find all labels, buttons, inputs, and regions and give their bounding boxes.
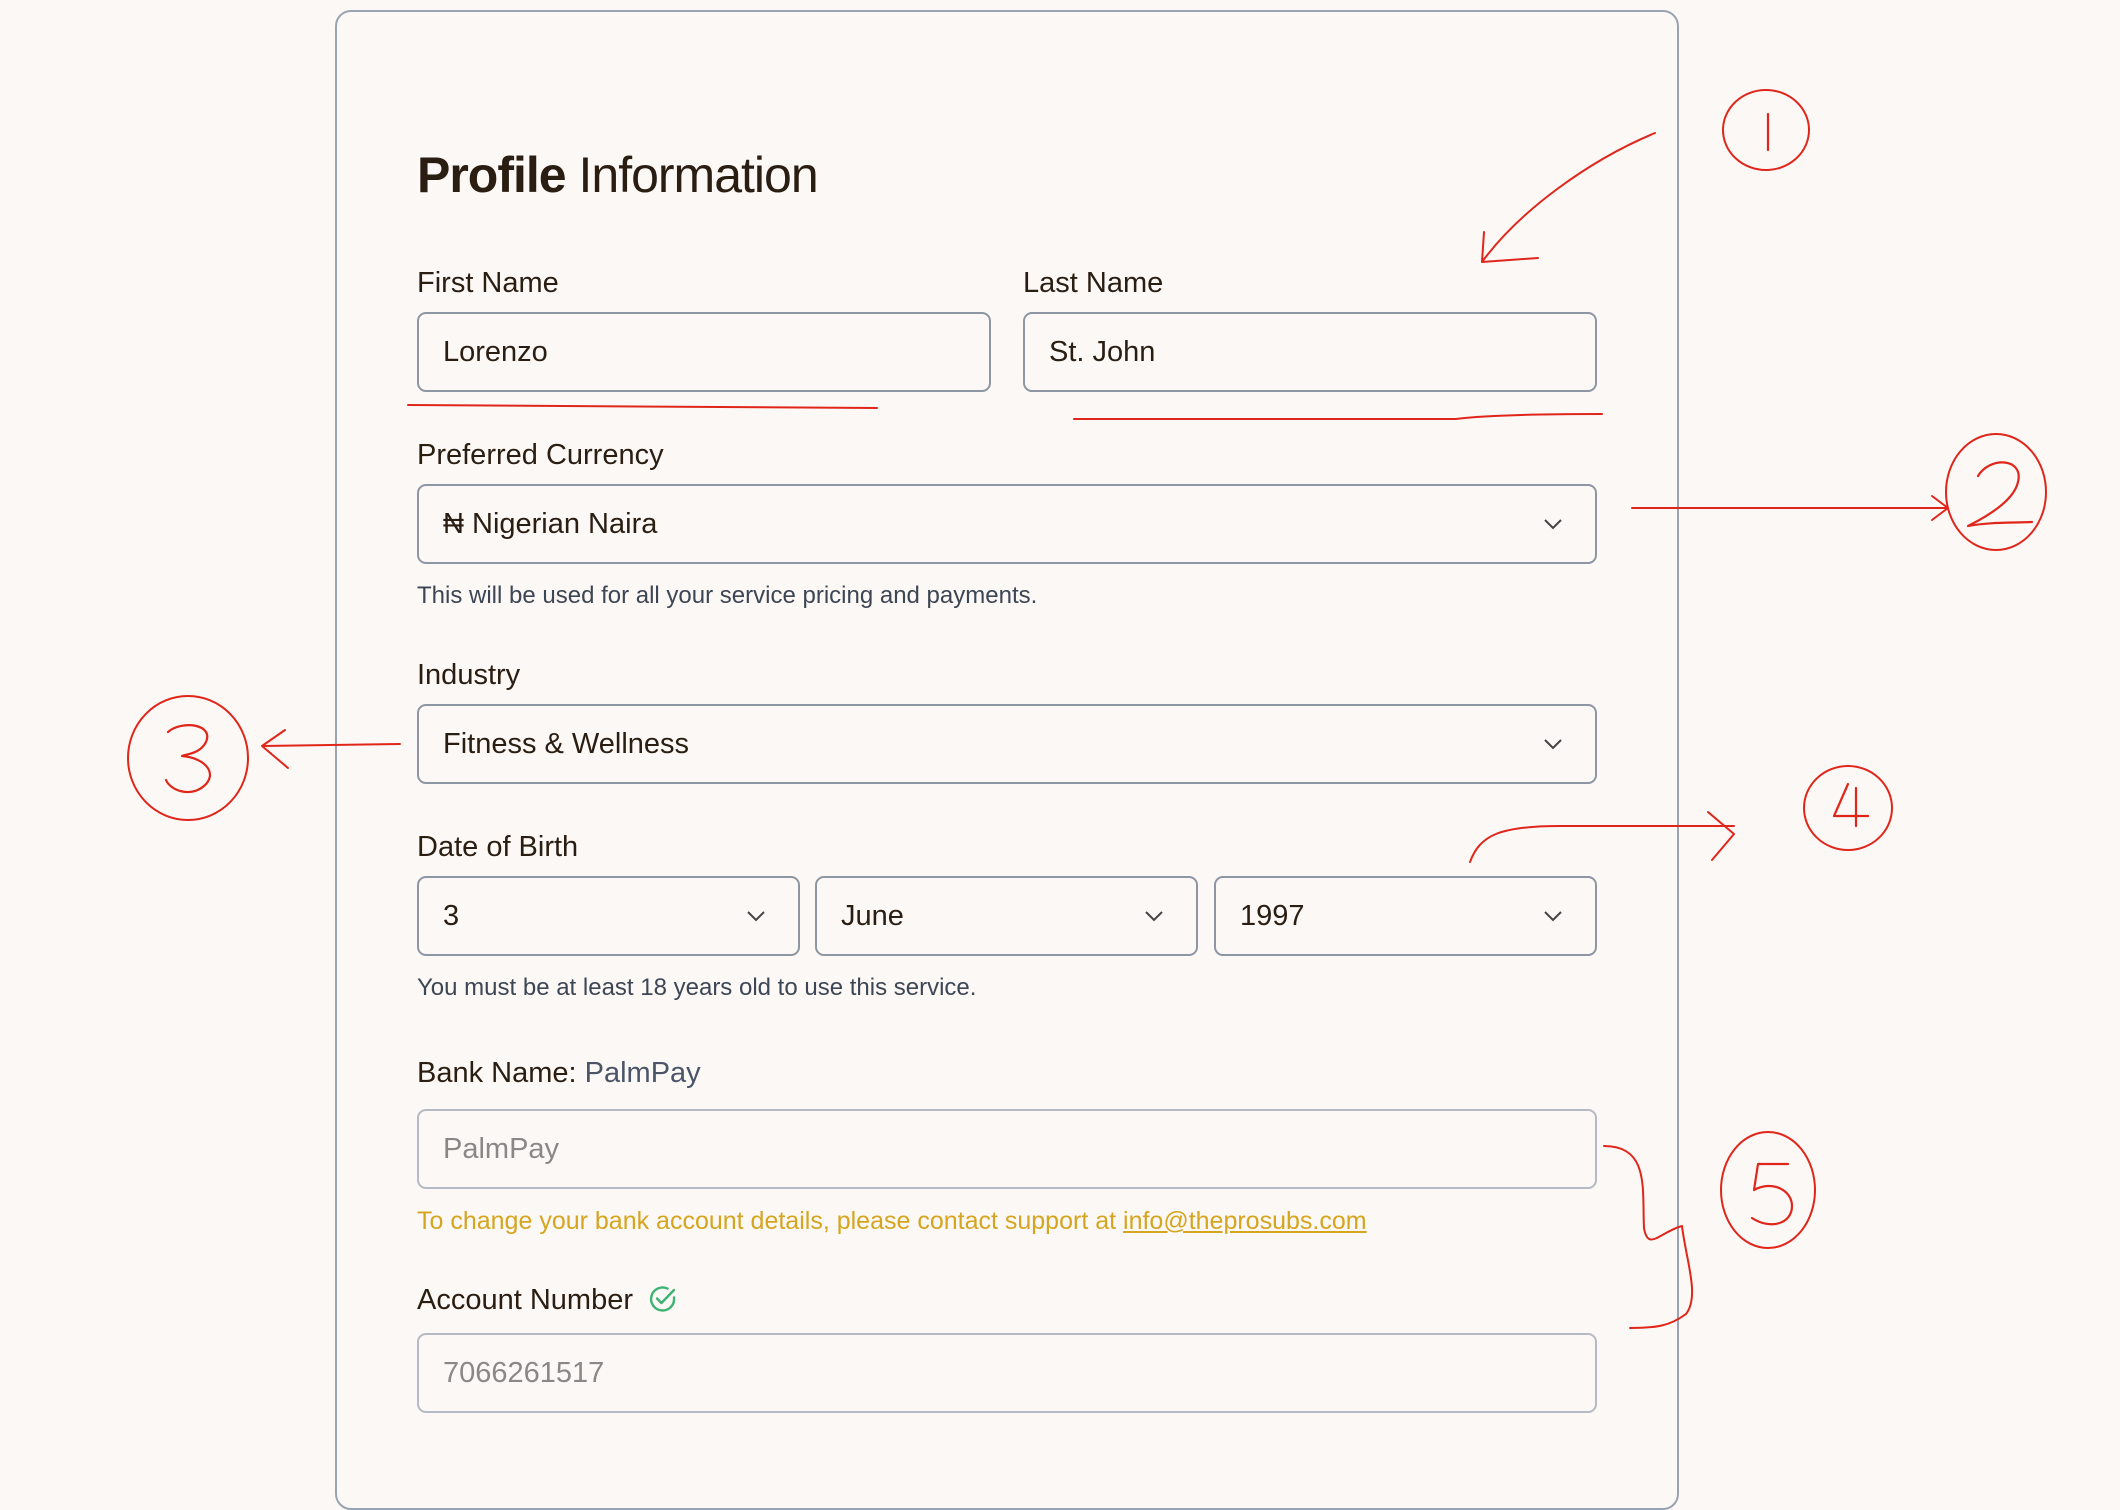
bank-change-warning: To change your bank account details, ple… — [417, 1206, 1367, 1236]
currency-label: Preferred Currency — [417, 439, 664, 471]
chevron-down-icon — [747, 911, 765, 922]
bank-name-label-text: Bank Name — [417, 1057, 569, 1089]
dob-year-value: 1997 — [1240, 900, 1305, 932]
annotation-circle-2 — [1945, 433, 2047, 551]
industry-label: Industry — [417, 659, 521, 691]
page-title-bold: Profile — [417, 147, 567, 203]
bank-name-input: PalmPay — [417, 1109, 1597, 1189]
dob-month-value: June — [841, 900, 904, 932]
annotation-digit-4 — [1832, 782, 1870, 828]
page-title: Profile Information — [417, 140, 819, 210]
first-name-value: Lorenzo — [443, 336, 548, 368]
dob-day-select[interactable]: 3 — [417, 876, 800, 956]
chevron-down-icon — [1544, 739, 1562, 750]
dob-label: Date of Birth — [417, 831, 579, 863]
first-name-input[interactable]: Lorenzo — [417, 312, 991, 392]
industry-select[interactable]: Fitness & Wellness — [417, 704, 1597, 784]
support-email-link[interactable]: info@theprosubs.com — [1123, 1207, 1367, 1235]
last-name-input[interactable]: St. John — [1023, 312, 1597, 392]
page-title-rest: Information — [578, 147, 819, 203]
first-name-label: First Name — [417, 267, 559, 299]
last-name-value: St. John — [1049, 336, 1156, 368]
annotation-arrow-2 — [1631, 495, 1949, 521]
annotation-digit-3 — [164, 724, 211, 794]
bank-name-value: PalmPay — [443, 1133, 560, 1165]
currency-select[interactable]: ₦ Nigerian Naira — [417, 484, 1597, 564]
dob-day-value: 3 — [443, 900, 460, 932]
last-name-label: Last Name — [1023, 267, 1164, 299]
annotation-digit-5 — [1750, 1162, 1794, 1226]
account-number-value: 7066261517 — [443, 1357, 605, 1389]
bank-name-separator: : — [568, 1057, 577, 1089]
annotation-circle-4 — [1803, 765, 1893, 851]
annotation-circle-1 — [1722, 89, 1810, 171]
annotation-circle-3 — [127, 695, 249, 821]
currency-help-text: This will be used for all your service p… — [417, 582, 1038, 609]
check-circle-icon — [650, 1286, 676, 1312]
bank-name-label: Bank Name: PalmPay — [417, 1055, 701, 1091]
chevron-down-icon — [1544, 519, 1562, 530]
dob-help-text: You must be at least 18 years old to use… — [417, 974, 977, 1001]
dob-year-select[interactable]: 1997 — [1214, 876, 1597, 956]
chevron-down-icon — [1145, 911, 1163, 922]
bank-warning-text: To change your bank account details, ple… — [417, 1207, 1124, 1235]
account-number-label: Account Number — [417, 1282, 679, 1318]
account-number-label-text: Account Number — [417, 1284, 633, 1316]
bank-name-label-value: PalmPay — [584, 1057, 701, 1089]
dob-month-select[interactable]: June — [815, 876, 1198, 956]
chevron-down-icon — [1544, 911, 1562, 922]
annotation-digit-2 — [1966, 461, 2034, 528]
currency-value: ₦ Nigerian Naira — [443, 508, 658, 540]
annotation-circle-5 — [1720, 1131, 1816, 1249]
account-number-input: 7066261517 — [417, 1333, 1597, 1413]
industry-value: Fitness & Wellness — [443, 728, 690, 760]
